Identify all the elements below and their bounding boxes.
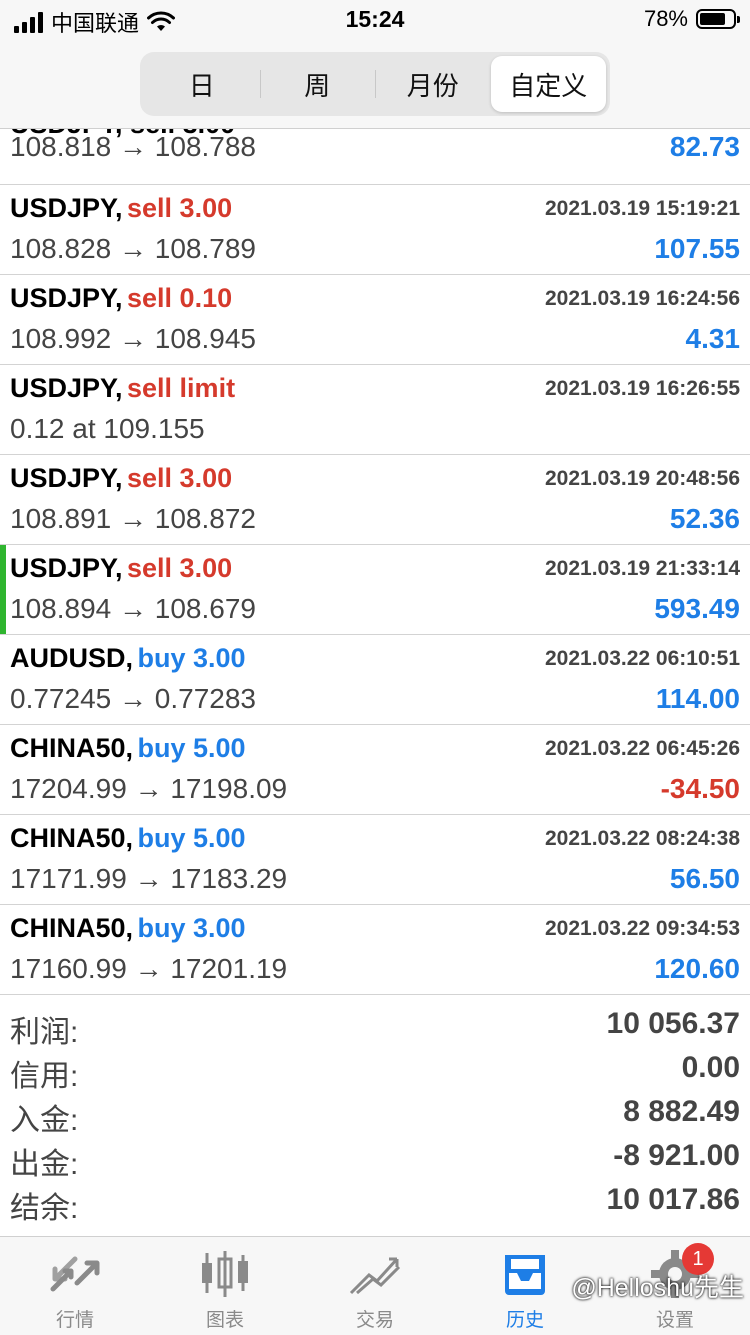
- deal-symbol: USDJPY,: [10, 553, 123, 583]
- deal-prices: 17171.99 → 17183.29: [10, 863, 288, 894]
- candlestick-chart-icon: [195, 1247, 255, 1301]
- deal-time: 2021.03.19 16:24:56: [545, 287, 740, 310]
- deal-time: 2021.03.22 06:45:26: [545, 737, 740, 760]
- deal-profit: 52.36: [669, 503, 740, 534]
- deal-side: sell 3.00: [127, 193, 233, 223]
- deal-row[interactable]: USDJPY, sell 3.00 2021.03.19 20:48:56 108.…: [0, 455, 750, 545]
- deal-side: buy 3.00: [137, 913, 246, 943]
- period-tab-2[interactable]: 月份: [375, 56, 491, 112]
- history-header: 日周月份 自定义: [0, 44, 750, 129]
- history-inbox-icon: [495, 1247, 555, 1301]
- trade-trend-icon: [345, 1247, 405, 1301]
- tab-charts[interactable]: 图表: [150, 1237, 300, 1335]
- deal-row[interactable]: USDJPY, sell 3.00 2021.03.19 21:33:14 108.…: [0, 545, 750, 635]
- deal-row[interactable]: CHINA50, buy 5.00 2021.03.22 06:45:26 1720…: [0, 725, 750, 815]
- deal-prices: 108.818 → 108.788: [10, 131, 256, 162]
- deal-time: 2021.03.19 15:19:21: [545, 197, 740, 220]
- deal-side: buy 3.00: [137, 643, 246, 673]
- summary-label: 入金:: [10, 1104, 79, 1137]
- summary-row: 入金: 8 882.49: [0, 1093, 750, 1137]
- deal-profit: 4.31: [685, 323, 741, 354]
- summary-label: 利润:: [10, 1016, 79, 1049]
- deal-time: 2021.03.19 21:33:14: [545, 557, 740, 580]
- summary-row: 出金: -8 921.00: [0, 1137, 750, 1181]
- deal-prices: 17160.99 → 17201.19: [10, 953, 288, 984]
- period-tab-1[interactable]: 周: [259, 56, 376, 112]
- deal-row[interactable]: USDJPY, sell 0.10 2021.03.19 16:24:56 108.…: [0, 275, 750, 365]
- tab-quotes[interactable]: 行情: [0, 1237, 150, 1335]
- deal-prices: 17204.99 → 17198.09: [10, 773, 288, 804]
- summary-value: 0.00: [681, 1051, 740, 1084]
- summary-value: -8 921.00: [613, 1139, 740, 1172]
- tab-trade[interactable]: 交易: [300, 1237, 450, 1335]
- deal-side: sell 3.00: [127, 553, 233, 583]
- deal-prices: 108.828 → 108.789: [10, 233, 256, 264]
- deal-symbol: CHINA50,: [10, 733, 134, 763]
- deal-prices: 0.12 at 109.155: [10, 413, 205, 444]
- deal-symbol: CHINA50,: [10, 913, 134, 943]
- summary-row: 信用: 0.00: [0, 1049, 750, 1093]
- summary-label: 结余:: [10, 1192, 79, 1225]
- battery-percent: 78%: [643, 6, 688, 31]
- deal-profit: 593.49: [654, 593, 740, 624]
- deal-profit: 82.73: [669, 131, 740, 162]
- account-summary: 利润: 10 056.37 信用: 0.00 入金: 8 882.49 出金: -8 921.…: [0, 1005, 750, 1233]
- deal-time: 2021.03.19 20:48:56: [545, 467, 740, 490]
- deal-profit: -34.50: [660, 773, 740, 804]
- deal-symbol: CHINA50,: [10, 823, 134, 853]
- tab-label: 交易: [355, 1310, 394, 1331]
- deal-symbol: USDJPY,: [10, 193, 123, 223]
- summary-label: 信用:: [10, 1060, 79, 1093]
- tab-label: 设置: [655, 1310, 694, 1331]
- deal-time: 2021.03.22 06:10:51: [545, 647, 740, 670]
- deal-time: 2021.03.22 08:24:38: [545, 827, 740, 850]
- deal-profit: 114.00: [655, 683, 740, 714]
- status-bar: 中国联通 15:24 78%: [0, 0, 750, 44]
- quotes-arrows-icon: [45, 1247, 105, 1301]
- deal-row[interactable]: USDJPY, sell limit 2021.03.19 16:26:55 0.1…: [0, 365, 750, 455]
- deal-prices: 108.891 → 108.872: [10, 503, 256, 534]
- deal-side: buy 5.00: [137, 823, 246, 853]
- deal-symbol: USDJPY,: [10, 373, 123, 403]
- summary-value: 10 017.86: [606, 1183, 740, 1216]
- deal-side: buy 5.00: [137, 733, 246, 763]
- summary-label: 出金:: [10, 1148, 79, 1181]
- deal-row[interactable]: AUDUSD, buy 3.00 2021.03.22 06:10:51 0.772…: [0, 635, 750, 725]
- deal-profit: 56.50: [669, 863, 740, 894]
- watermark-text: @Helloshu先生: [571, 1274, 744, 1302]
- deal-row[interactable]: CHINA50, buy 5.00 2021.03.22 08:24:38 1717…: [0, 815, 750, 905]
- deal-profit: 120.60: [654, 953, 740, 984]
- status-right: 78%: [643, 6, 740, 32]
- battery-icon: [696, 9, 740, 29]
- deal-symbol: USDJPY,: [10, 283, 123, 313]
- deal-time: 2021.03.22 09:34:53: [545, 917, 740, 940]
- deal-side: sell 3.00: [127, 463, 233, 493]
- deal-side: sell 0.10: [127, 283, 233, 313]
- tab-label: 行情: [55, 1310, 94, 1331]
- history-deal-list[interactable]: USDJPY, sell 3.00 108.818 → 108.788 82.7…: [0, 129, 750, 995]
- summary-row: 结余: 10 017.86: [0, 1181, 750, 1225]
- period-tab-3[interactable]: 自定义: [490, 56, 606, 112]
- deal-side: sell limit: [127, 373, 236, 403]
- deal-profit: 107.55: [654, 233, 740, 264]
- summary-value: 8 882.49: [623, 1095, 740, 1128]
- period-tab-0[interactable]: 日: [144, 56, 260, 112]
- tab-label: 图表: [205, 1310, 244, 1331]
- clock: 15:24: [345, 6, 405, 32]
- summary-value: 10 056.37: [606, 1007, 740, 1040]
- deal-prices: 0.77245 → 0.77283: [10, 683, 256, 714]
- deal-symbol: AUDUSD,: [10, 643, 134, 673]
- deal-row[interactable]: USDJPY, sell 3.00 2021.03.19 15:19:21 108.…: [0, 185, 750, 275]
- deal-row[interactable]: CHINA50, buy 3.00 2021.03.22 09:34:53 1716…: [0, 905, 750, 995]
- deal-time: 2021.03.19 16:26:55: [545, 377, 740, 400]
- deal-prices: 108.894 → 108.679: [10, 593, 256, 624]
- deal-symbol: USDJPY,: [10, 463, 123, 493]
- tab-label: 历史: [505, 1310, 544, 1331]
- deal-prices: 108.992 → 108.945: [10, 323, 256, 354]
- deal-row-partial[interactable]: USDJPY, sell 3.00 108.818 → 108.788 82.7…: [0, 129, 750, 185]
- period-segmented-control: 日周月份 自定义: [140, 52, 610, 116]
- summary-row: 利润: 10 056.37: [0, 1005, 750, 1049]
